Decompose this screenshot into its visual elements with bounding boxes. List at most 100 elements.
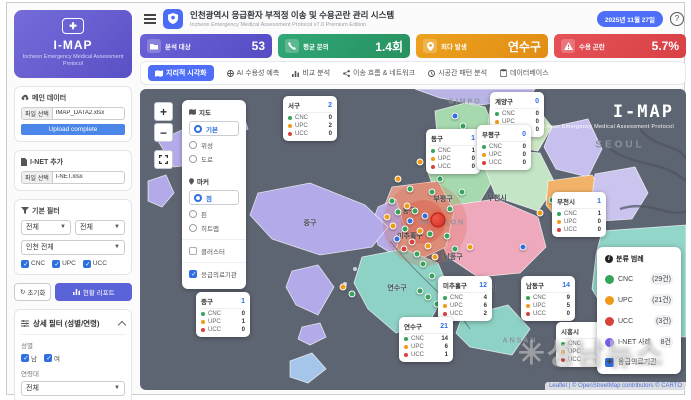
district-info-box[interactable]: 중구1 CNC0 UPC1 UCC0 bbox=[196, 292, 250, 337]
age-select[interactable]: 전체▼ bbox=[21, 381, 125, 396]
case-marker[interactable] bbox=[427, 231, 434, 238]
case-marker[interactable] bbox=[459, 189, 466, 196]
checkbox-female[interactable]: 여 bbox=[44, 353, 60, 363]
tab-transfer-network[interactable]: 이송 흐름 & 네트워크 bbox=[343, 68, 415, 78]
case-marker[interactable] bbox=[429, 273, 436, 280]
file-select-button[interactable]: 파일 선택 bbox=[22, 108, 53, 119]
cluster-toggle[interactable]: 클러스터 bbox=[189, 246, 239, 256]
detail-filter-header[interactable]: 상세 필터 (성별/연령) bbox=[21, 316, 125, 335]
sparkle-icon bbox=[227, 70, 234, 77]
inet-file-input[interactable]: 파일 선택 I-NET.xlsx bbox=[21, 171, 125, 184]
marker-heatmap[interactable]: 히트맵 bbox=[189, 223, 239, 233]
district-info-box[interactable]: 부천시1 CNC1 UPC0 UCC0 bbox=[552, 192, 606, 237]
zoom-controls: + − bbox=[154, 102, 173, 169]
case-marker[interactable] bbox=[409, 239, 416, 246]
maptype-satellite[interactable]: 위성 bbox=[189, 140, 239, 150]
district-info-box[interactable]: 동구1 CNC1 UPC0 UCC0 bbox=[426, 129, 480, 174]
case-marker[interactable] bbox=[417, 228, 424, 235]
tab-comparison-analysis[interactable]: 비교 분석 bbox=[292, 68, 330, 78]
checkbox-icon bbox=[44, 354, 52, 362]
phone-icon bbox=[285, 39, 299, 53]
basic-filter-section: 기본 필터 전체▼ 전체▼ 인천 전체▼ CNC UPC UCC bbox=[14, 199, 132, 275]
case-marker[interactable] bbox=[394, 236, 401, 243]
case-marker[interactable] bbox=[425, 294, 432, 301]
case-marker[interactable] bbox=[417, 159, 424, 166]
tab-geographic-visualization[interactable]: 지리적 시각화 bbox=[148, 65, 214, 81]
case-marker[interactable] bbox=[390, 223, 397, 230]
case-marker[interactable] bbox=[444, 233, 451, 240]
case-marker[interactable] bbox=[437, 176, 444, 183]
case-marker[interactable] bbox=[425, 243, 432, 250]
checkbox-icon bbox=[52, 260, 60, 268]
case-marker[interactable] bbox=[429, 189, 436, 196]
case-marker[interactable] bbox=[407, 186, 414, 193]
case-marker[interactable] bbox=[384, 214, 391, 221]
file-select-button[interactable]: 파일 선택 bbox=[22, 172, 53, 183]
zoom-out-button[interactable]: − bbox=[154, 123, 173, 142]
medical-cross-icon: ✚ bbox=[62, 18, 84, 34]
marker-pin[interactable]: 핀 bbox=[189, 209, 239, 219]
case-marker[interactable] bbox=[395, 209, 402, 216]
report-button[interactable]: 현황 리포트 bbox=[55, 283, 132, 301]
case-marker[interactable] bbox=[414, 251, 421, 258]
map-canvas[interactable]: GIMPOSEOULINCHEONANSAN서구중구동구부평구부천시미추홀구남동… bbox=[140, 89, 686, 390]
gender-label: 성별 bbox=[21, 340, 125, 350]
tab-spatiotemporal-pattern[interactable]: 시공간 패턴 분석 bbox=[428, 68, 487, 78]
district-info-box[interactable]: 남동구14 CNC9 UPC5 UCC0 bbox=[521, 276, 575, 321]
checkbox-male[interactable]: 남 bbox=[21, 353, 37, 363]
layer-panel: 지도 기본 위성 도로 마커 점 핀 히트맵 클러스터 응급의료기관 bbox=[182, 100, 246, 289]
tab-database[interactable]: 데이터베이스 bbox=[500, 68, 549, 78]
case-marker[interactable] bbox=[432, 254, 439, 261]
menu-icon[interactable] bbox=[144, 18, 156, 20]
district-info-box[interactable]: 부평구0 CNC0 UPC0 UCC0 bbox=[477, 125, 531, 170]
map-attribution: Leaflet | © OpenStreetMap contributors ©… bbox=[545, 382, 686, 390]
zoom-in-button[interactable]: + bbox=[154, 102, 173, 121]
filter-select-2[interactable]: 전체▼ bbox=[75, 220, 125, 235]
case-marker[interactable] bbox=[452, 246, 459, 253]
region-select[interactable]: 인천 전체▼ bbox=[21, 240, 125, 255]
map-pin-icon bbox=[423, 39, 437, 53]
case-marker[interactable] bbox=[402, 226, 409, 233]
checkbox-icon bbox=[189, 270, 197, 278]
case-marker[interactable] bbox=[422, 213, 429, 220]
case-marker[interactable] bbox=[520, 244, 527, 251]
case-marker[interactable] bbox=[340, 284, 347, 291]
reset-button[interactable]: ↻초기화 bbox=[14, 283, 51, 301]
tab-ai-prediction[interactable]: AI 수용성 예측 bbox=[227, 68, 280, 78]
legend-item-inet: I-NET 사례8건 bbox=[605, 336, 673, 348]
case-marker[interactable] bbox=[412, 208, 419, 215]
ems-toggle[interactable]: 응급의료기관 bbox=[189, 269, 239, 279]
district-info-box[interactable]: 미추홀구12 CNC4 UPC6 UCC2 bbox=[438, 276, 492, 321]
checkbox-ucc[interactable]: UCC bbox=[83, 260, 107, 268]
case-marker[interactable] bbox=[401, 246, 408, 253]
share-network-icon bbox=[343, 70, 350, 77]
case-marker[interactable] bbox=[407, 218, 414, 225]
help-icon[interactable]: ? bbox=[670, 12, 684, 26]
main-data-section: 메인 데이터 파일 선택 IMAP_DATA2.xlsx Upload comp… bbox=[14, 86, 132, 142]
filter-select-1[interactable]: 전체▼ bbox=[21, 220, 71, 235]
case-marker[interactable] bbox=[467, 244, 474, 251]
case-marker[interactable] bbox=[452, 113, 459, 120]
inet-title: I-NET 추가 bbox=[21, 157, 125, 167]
case-marker[interactable] bbox=[537, 210, 544, 217]
case-marker[interactable] bbox=[420, 261, 427, 268]
maptype-basic[interactable]: 기본 bbox=[189, 121, 239, 136]
marker-dot[interactable]: 점 bbox=[189, 190, 239, 205]
hospital-icon: ✚ bbox=[605, 358, 614, 367]
case-marker[interactable] bbox=[389, 198, 396, 205]
fullscreen-button[interactable] bbox=[154, 150, 173, 169]
case-marker[interactable] bbox=[447, 206, 454, 213]
maptype-road[interactable]: 도로 bbox=[189, 154, 239, 164]
main-data-file-input[interactable]: 파일 선택 IMAP_DATA2.xlsx bbox=[21, 107, 125, 120]
district-info-box[interactable]: 서구2 CNC0 UPC2 UCC0 bbox=[283, 96, 337, 141]
district-info-box[interactable]: 연수구21 CNC14 UPC6 UCC1 bbox=[399, 317, 453, 362]
checkbox-upc[interactable]: UPC bbox=[52, 260, 76, 268]
hotspot-marker[interactable] bbox=[431, 213, 446, 228]
page-subtitle: Incheon Emergency Medical Assessment Pro… bbox=[190, 22, 394, 28]
case-marker[interactable] bbox=[404, 203, 411, 210]
database-icon bbox=[500, 69, 507, 77]
case-marker[interactable] bbox=[349, 291, 356, 298]
case-marker[interactable] bbox=[417, 288, 424, 295]
checkbox-cnc[interactable]: CNC bbox=[21, 260, 45, 268]
case-marker[interactable] bbox=[395, 176, 402, 183]
